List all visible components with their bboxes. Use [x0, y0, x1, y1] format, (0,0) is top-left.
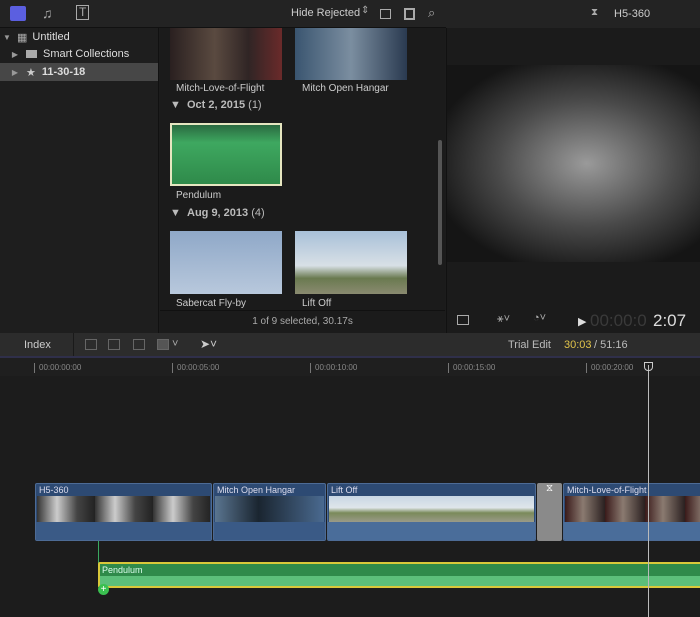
play-icon[interactable]: ▶: [578, 315, 586, 328]
sidebar-item-label: 11-30-18: [41, 66, 86, 78]
audio-waveform: [100, 576, 700, 586]
timecode-dim: 00:00:0: [590, 311, 647, 330]
clip-thumbnail[interactable]: [295, 231, 407, 294]
edit-mode-label: Trial Edit: [508, 339, 551, 351]
browser: Mitch-Love-of-Flight Mitch Open Hangar ▼…: [160, 28, 445, 333]
scrollbar[interactable]: [438, 140, 442, 265]
timeline-ruler[interactable]: 00:00:00:00 00:00:05:00 00:00:10:00 00:0…: [0, 358, 700, 376]
playhead[interactable]: [648, 365, 649, 617]
selection-status: 1 of 9 selected, 30.17s: [160, 310, 445, 333]
enhance-wand-icon[interactable]: ⚹˅: [497, 313, 510, 326]
360-icon: ⧗: [591, 7, 599, 18]
audio-clip-pendulum[interactable]: Pendulum: [98, 562, 700, 588]
audio-clip-label: Pendulum: [102, 565, 143, 575]
search-icon[interactable]: ⌕: [428, 5, 435, 21]
playhead-position: 30:03: [564, 339, 592, 351]
folder-icon: [26, 50, 37, 58]
browser-toolbar: ♫ T Hide Rejected ⇕ ⌕: [0, 0, 446, 28]
ruler-tick-label: 00:00:20:00: [586, 363, 633, 373]
transition[interactable]: ⧖: [537, 483, 562, 541]
clip-label: Mitch-Love-of-Flight: [176, 83, 265, 94]
chevron-updown-icon: ⇕: [361, 5, 370, 16]
clip-appearance-icon[interactable]: [380, 9, 391, 19]
timeline-clip[interactable]: Mitch-Love-of-Flight: [563, 483, 700, 541]
timeline-toolbar: Index ˅ ➤˅ Trial Edit 30:03 / 51:16: [0, 333, 700, 358]
library-icon: ▦: [17, 31, 28, 44]
viewer-header: ⧗ H5-360: [446, 0, 700, 28]
timeline-duration: / 51:16: [594, 339, 628, 351]
clip-label: Mitch Open Hangar: [302, 83, 389, 94]
date-group-header[interactable]: ▼ Oct 2, 2015 (1): [170, 99, 262, 111]
video-preview: [447, 65, 700, 262]
sidebar-item-untitled[interactable]: ▼ ▦ Untitled: [0, 28, 158, 46]
add-cursor-icon: +: [98, 584, 109, 595]
libraries-sidebar: ▼ ▦ Untitled ▶ Smart Collections ▶ ★ 11-30-18: [0, 28, 159, 333]
timecode: 2:07: [653, 311, 687, 330]
append-icon[interactable]: [133, 339, 145, 350]
ruler-tick-label: 00:00:00:00: [34, 363, 81, 373]
chevron-down-icon[interactable]: ˅: [172, 338, 178, 350]
clip-thumbnail[interactable]: [170, 28, 282, 80]
clip-thumbnail-pendulum[interactable]: [170, 123, 282, 186]
sidebar-item-smart-collections[interactable]: ▶ Smart Collections: [0, 45, 158, 63]
cross-dissolve-icon: ⧖: [545, 483, 554, 494]
speed-gauge-icon[interactable]: ◔˅: [533, 312, 546, 324]
ruler-tick-label: 00:00:10:00: [310, 363, 357, 373]
index-button[interactable]: Index: [24, 339, 51, 351]
date-group-header[interactable]: ▼ Aug 9, 2013 (4): [170, 207, 265, 219]
photos-audio-icon[interactable]: ♫: [42, 5, 53, 21]
timeline-clip[interactable]: Mitch Open Hangar: [213, 483, 326, 541]
insert-icon[interactable]: [108, 339, 120, 350]
clip-label: Lift Off: [302, 298, 332, 309]
overwrite-icon[interactable]: [157, 339, 169, 350]
transform-icon[interactable]: [457, 315, 469, 325]
clip-label: Sabercat Fly-by: [176, 298, 247, 309]
connection-line: [98, 541, 99, 563]
select-tool-icon[interactable]: ➤˅: [200, 337, 217, 351]
clip-thumbnail[interactable]: [295, 28, 407, 80]
filmstrip-icon[interactable]: [404, 8, 415, 20]
sidebar-item-label: Untitled: [32, 31, 70, 43]
timeline-clip[interactable]: H5-360: [35, 483, 212, 541]
libraries-icon[interactable]: [10, 6, 26, 21]
event-star-icon: ★: [26, 66, 36, 79]
connect-icon[interactable]: [85, 339, 97, 350]
timeline-clip[interactable]: Lift Off: [327, 483, 536, 541]
titles-generators-icon[interactable]: T: [76, 5, 90, 20]
playhead-handle[interactable]: [644, 362, 653, 371]
viewer: ⚹˅ ◔˅ ▶ 00:00:0 2:07: [446, 28, 700, 333]
clip-thumbnail[interactable]: [170, 231, 282, 294]
clip-label: Pendulum: [176, 190, 222, 201]
ruler-tick-label: 00:00:05:00: [172, 363, 219, 373]
sidebar-item-label: Smart Collections: [43, 48, 130, 60]
ruler-tick-label: 00:00:15:00: [448, 363, 495, 373]
viewer-title: H5-360: [614, 8, 651, 20]
filter-popup[interactable]: Hide Rejected: [291, 7, 360, 19]
sidebar-item-event[interactable]: ▶ ★ 11-30-18: [0, 63, 158, 81]
